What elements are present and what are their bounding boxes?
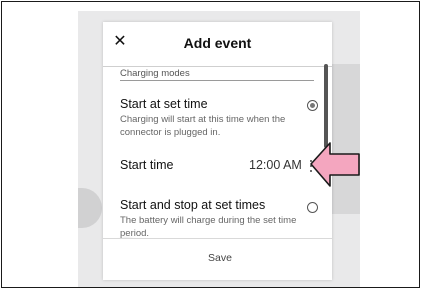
footer-divider: [103, 238, 332, 239]
scrollbar-thumb[interactable]: [324, 64, 328, 148]
section-underline: [120, 80, 314, 81]
radio-start-at-set-time[interactable]: [307, 100, 318, 111]
option-start-and-stop-title[interactable]: Start and stop at set times: [120, 198, 265, 212]
save-button[interactable]: Save: [185, 248, 255, 268]
pointer-arrow-icon: [310, 142, 360, 187]
dialog-title: Add event: [183, 35, 252, 51]
section-label: Charging modes: [120, 68, 190, 79]
dialog-header: ✕ Add event: [103, 22, 332, 66]
start-time-row[interactable]: Start time 12:00 AM: [103, 150, 332, 180]
start-time-value[interactable]: 12:00 AM: [249, 158, 302, 172]
option-start-at-set-time-description: Charging will start at this time when th…: [120, 114, 286, 138]
add-event-dialog: ✕ Add event Charging modes Start at set …: [103, 22, 332, 280]
header-divider: [103, 66, 332, 67]
screenshot-frame: ✕ Add event Charging modes Start at set …: [1, 1, 420, 288]
start-time-label: Start time: [120, 158, 174, 172]
radio-start-and-stop[interactable]: [307, 202, 318, 213]
option-start-and-stop-description: The battery will charge during the set t…: [120, 215, 297, 239]
option-start-at-set-time-title[interactable]: Start at set time: [120, 97, 208, 111]
